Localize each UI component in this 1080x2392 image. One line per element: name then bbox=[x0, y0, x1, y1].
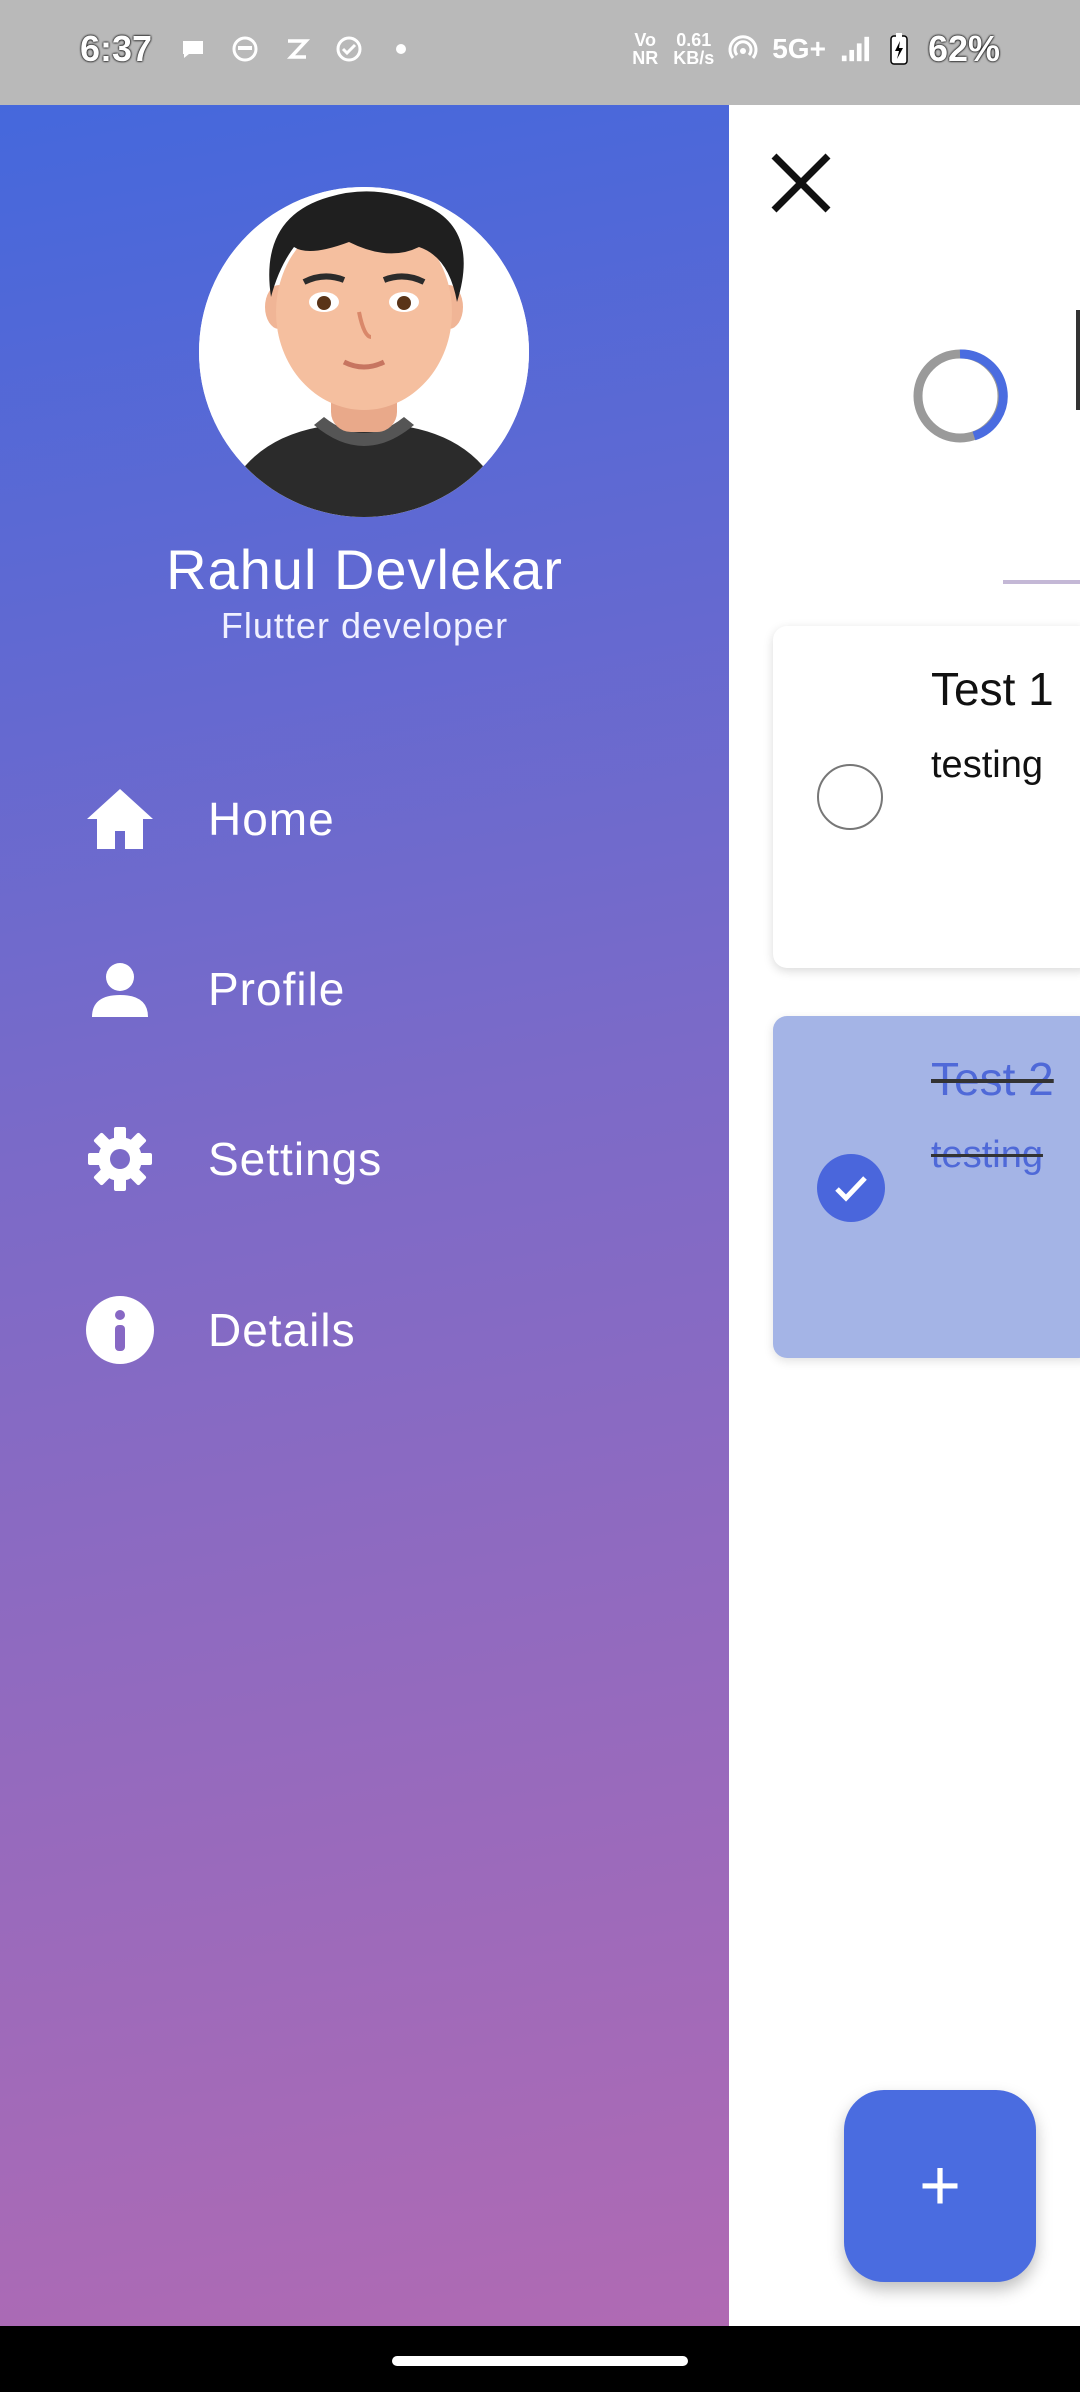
net-speed: 0.61 KB/s bbox=[673, 31, 714, 67]
task-title: Test 1 bbox=[931, 663, 1054, 715]
notification-icons bbox=[178, 34, 416, 64]
user-name: Rahul Devlekar bbox=[166, 538, 563, 601]
menu-label: Profile bbox=[208, 963, 346, 1015]
task-description: testing bbox=[931, 744, 1043, 786]
status-bar: 6:37 Vo NR 0.61 KB/s 5G+ 62% bbox=[0, 0, 1080, 105]
home-icon bbox=[84, 783, 156, 855]
net-speed-unit: KB/s bbox=[673, 48, 715, 68]
volte-indicator: Vo NR bbox=[632, 30, 659, 68]
home-gesture-handle[interactable] bbox=[392, 2356, 688, 2366]
info-icon bbox=[84, 1294, 156, 1366]
network-type: 5G+ bbox=[772, 33, 826, 64]
menu-label: Home bbox=[208, 793, 335, 845]
app-face-icon bbox=[230, 34, 260, 64]
battery-charging-icon bbox=[884, 33, 914, 65]
z-app-icon bbox=[282, 34, 312, 64]
check-circle-icon bbox=[334, 34, 364, 64]
check-icon bbox=[835, 1176, 867, 1202]
status-indicators: Vo NR 0.61 KB/s 5G+ 62% bbox=[631, 28, 1000, 70]
system-nav-bar bbox=[0, 2326, 1080, 2392]
menu-item-settings[interactable]: Settings bbox=[84, 1114, 684, 1204]
task-checkbox[interactable] bbox=[817, 764, 883, 830]
progress-ring bbox=[912, 348, 1008, 444]
chat-bubble-icon bbox=[178, 34, 208, 64]
close-icon[interactable] bbox=[768, 150, 834, 216]
task-card[interactable]: Test 2 testing bbox=[773, 1016, 1080, 1358]
person-icon bbox=[84, 953, 156, 1025]
hotspot-icon bbox=[728, 34, 758, 64]
task-description: testing bbox=[931, 1134, 1043, 1176]
task-card[interactable]: Test 1 testing bbox=[773, 626, 1080, 968]
avatar bbox=[199, 187, 529, 517]
task-checkbox-checked[interactable] bbox=[817, 1154, 885, 1222]
user-role: Flutter developer bbox=[220, 605, 509, 646]
menu-item-details[interactable]: Details bbox=[84, 1285, 684, 1375]
gear-icon bbox=[84, 1123, 156, 1195]
dot-icon bbox=[386, 34, 416, 64]
add-task-button[interactable]: + bbox=[844, 2090, 1036, 2282]
net-speed-value: 0.61 bbox=[676, 30, 712, 50]
menu-item-home[interactable]: Home bbox=[84, 774, 684, 864]
divider bbox=[1003, 580, 1080, 584]
edge-line bbox=[1076, 310, 1080, 410]
add-label: + bbox=[918, 2146, 962, 2226]
battery-level: 62% bbox=[927, 28, 1000, 69]
navigation-drawer: Rahul Devlekar Flutter developer Home Pr… bbox=[0, 105, 729, 2326]
menu-label: Details bbox=[208, 1304, 356, 1356]
status-time: 6:37 bbox=[80, 28, 153, 69]
signal-icon bbox=[840, 34, 870, 64]
task-title: Test 2 bbox=[931, 1053, 1054, 1105]
menu-item-profile[interactable]: Profile bbox=[84, 944, 684, 1034]
menu-label: Settings bbox=[208, 1133, 383, 1185]
